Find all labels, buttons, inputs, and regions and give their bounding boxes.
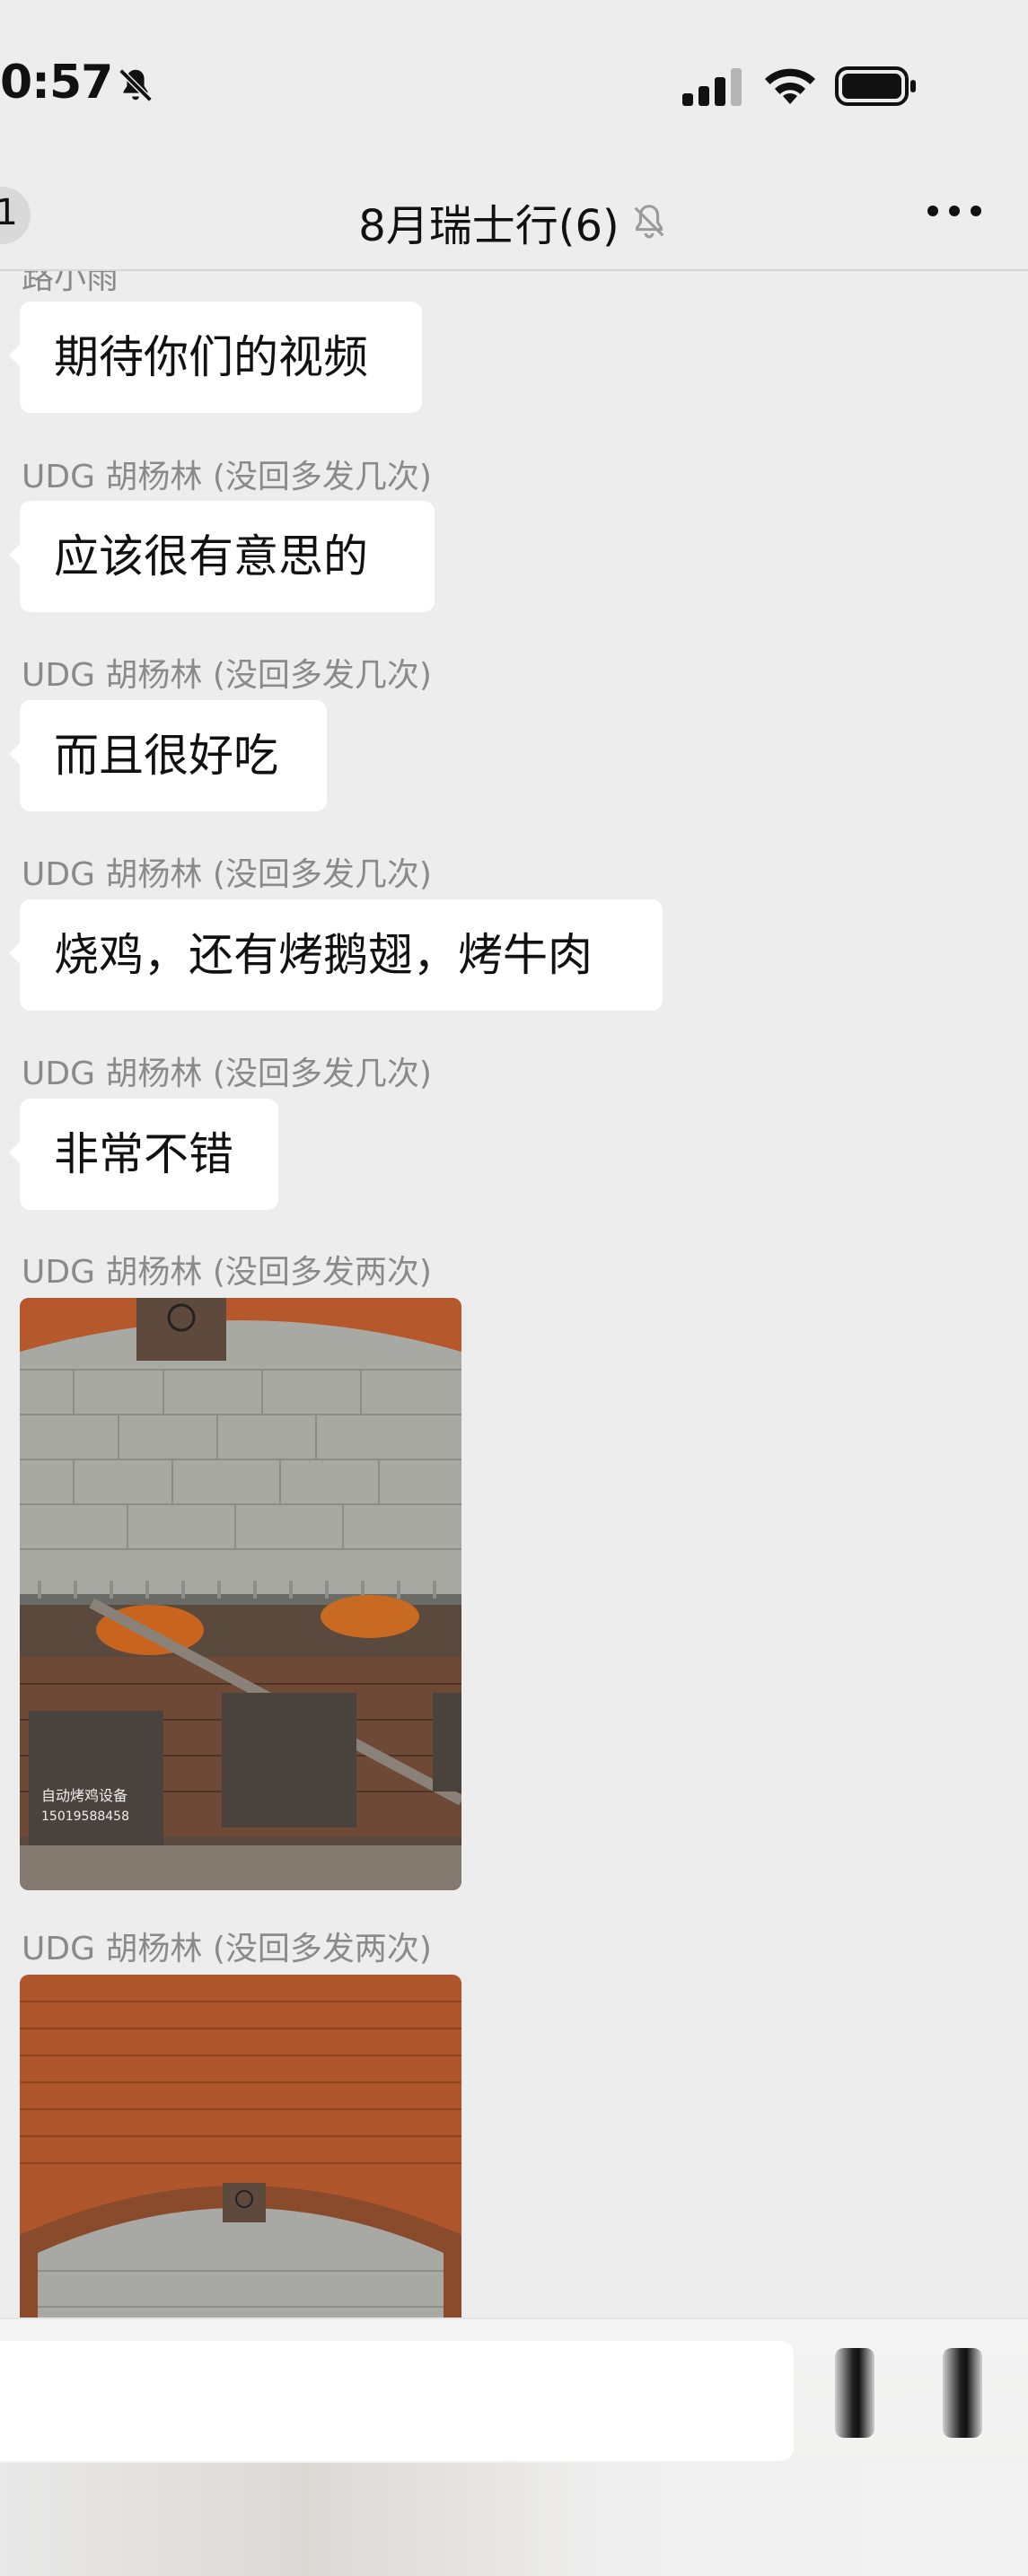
message-text: 应该很有意思的 xyxy=(54,530,368,583)
photo-rotisserie[interactable]: 自动烤鸡设备 15019588458 xyxy=(20,1298,461,1890)
sender-name: UDG 胡杨林 (没回多发几次) xyxy=(22,856,432,893)
message-bubble[interactable]: 非常不错 xyxy=(9,1099,278,1210)
sender-name: UDG 胡杨林 (没回多发几次) xyxy=(22,459,432,495)
chat-title-wrap: 8月瑞士行(6) xyxy=(0,190,1028,253)
sender-name: UDG 胡杨林 (没回多发几次) xyxy=(22,1056,432,1092)
wifi-icon xyxy=(765,68,815,104)
sender-name: 路小雨 xyxy=(22,271,119,296)
sender-name: UDG 胡杨林 (没回多发几次) xyxy=(22,657,432,694)
emoji-button[interactable] xyxy=(835,2348,874,2438)
box-phone: 15019588458 xyxy=(41,1809,129,1824)
message-text: 烧鸡，还有烤鹅翅，烤牛肉 xyxy=(54,929,593,981)
status-bar: 0:57 xyxy=(0,0,1028,171)
message-bubble[interactable]: 而且很好吃 xyxy=(9,700,327,811)
more-icon[interactable] xyxy=(926,203,983,219)
input-bar xyxy=(0,2318,1028,2576)
message-bubble[interactable]: 期待你们的视频 xyxy=(9,302,422,413)
brick-oven-image xyxy=(20,1975,461,2318)
chat-title[interactable]: 8月瑞士行(6) xyxy=(358,190,619,253)
status-time: 0:57 xyxy=(0,56,113,110)
message-list[interactable]: 路小雨 期待你们的视频 UDG 胡杨林 (没回多发几次) 应该很有意思的 UDG… xyxy=(0,271,1028,2318)
photo-brick-oven[interactable] xyxy=(20,1975,461,2318)
message-text: 非常不错 xyxy=(54,1128,233,1180)
sender-name: UDG 胡杨林 (没回多发两次) xyxy=(22,1254,432,1291)
message-bubble[interactable]: 应该很有意思的 xyxy=(9,501,435,612)
box-label: 自动烤鸡设备 xyxy=(41,1787,127,1804)
bell-off-icon xyxy=(119,68,153,102)
sender-name: UDG 胡杨林 (没回多发两次) xyxy=(22,1931,432,1967)
rotisserie-image: 自动烤鸡设备 15019588458 xyxy=(20,1298,461,1890)
plus-button[interactable] xyxy=(943,2348,982,2438)
bell-off-icon xyxy=(634,205,664,239)
message-text: 期待你们的视频 xyxy=(54,331,368,383)
battery-icon xyxy=(835,66,916,106)
message-input[interactable] xyxy=(0,2341,794,2461)
cellular-signal-icon xyxy=(682,68,742,106)
keyboard-area xyxy=(0,2463,1028,2576)
message-text: 而且很好吃 xyxy=(54,730,278,782)
chat-header: 1 8月瑞士行(6) xyxy=(0,171,1028,271)
message-bubble[interactable]: 烧鸡，还有烤鹅翅，烤牛肉 xyxy=(9,899,663,1011)
